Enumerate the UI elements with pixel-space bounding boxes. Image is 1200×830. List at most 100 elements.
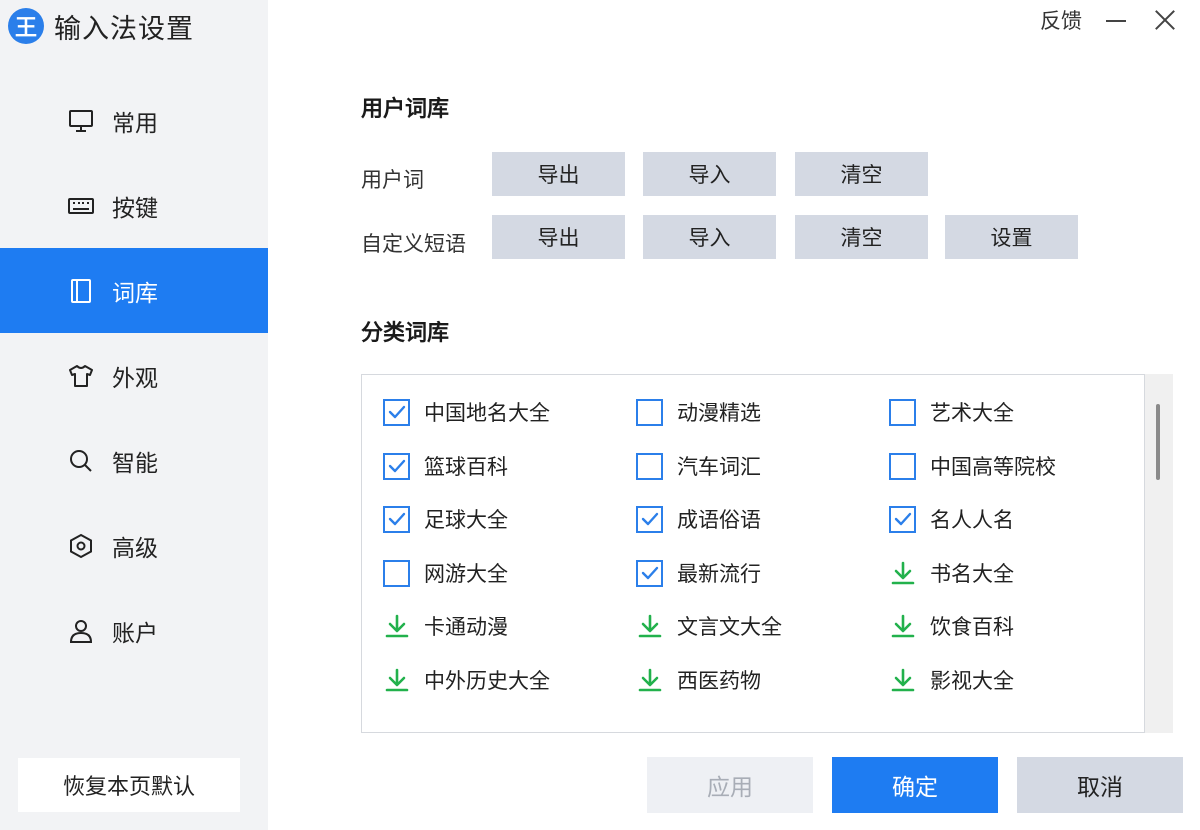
- checkbox-unchecked[interactable]: [889, 452, 916, 480]
- monitor-icon: [66, 106, 96, 136]
- custom-phrase-import-button[interactable]: 导入: [643, 215, 776, 259]
- sidebar-item-label: 按键: [112, 195, 158, 222]
- dict-item[interactable]: 西医药物: [636, 665, 761, 695]
- dict-item[interactable]: 饮食百科: [889, 611, 1014, 641]
- custom-phrase-settings-button[interactable]: 设置: [945, 215, 1078, 259]
- user-words-label: 用户词: [361, 168, 424, 192]
- ok-button[interactable]: 确定: [832, 757, 998, 813]
- book-icon: [66, 276, 96, 306]
- dict-item[interactable]: 动漫精选: [636, 397, 761, 427]
- dict-item-label: 饮食百科: [930, 615, 1014, 639]
- download-icon[interactable]: [636, 667, 663, 694]
- custom-phrase-export-button[interactable]: 导出: [492, 215, 625, 259]
- dict-item[interactable]: 书名大全: [889, 558, 1014, 588]
- scrollbar-thumb[interactable]: [1156, 404, 1160, 480]
- sidebar-item-label: 常用: [112, 110, 158, 137]
- checkbox-checked[interactable]: [889, 505, 916, 533]
- dict-item-label: 最新流行: [677, 562, 761, 586]
- dict-item-label: 西医药物: [677, 669, 761, 693]
- download-icon[interactable]: [889, 667, 916, 694]
- user-words-clear-button[interactable]: 清空: [795, 152, 928, 196]
- dict-item-label: 艺术大全: [930, 401, 1014, 425]
- user-words-import-button[interactable]: 导入: [643, 152, 776, 196]
- dict-item-label: 文言文大全: [677, 615, 782, 639]
- sidebar: 王 输入法设置 常用 按键 词库 外观 智能 高级 账户 恢复本页默认: [0, 0, 268, 830]
- scrollbar[interactable]: [1145, 374, 1173, 733]
- sidebar-item-common[interactable]: 常用: [0, 78, 268, 163]
- dict-item[interactable]: 艺术大全: [889, 397, 1014, 427]
- dict-item[interactable]: 中国地名大全: [383, 397, 550, 427]
- dict-item-label: 中国高等院校: [930, 455, 1056, 479]
- dict-item[interactable]: 名人人名: [889, 504, 1014, 534]
- download-icon[interactable]: [383, 613, 410, 640]
- dict-item[interactable]: 中国高等院校: [889, 451, 1056, 481]
- checkbox-unchecked[interactable]: [636, 452, 663, 480]
- hexagon-icon: [66, 531, 96, 561]
- dict-item-label: 成语俗语: [677, 508, 761, 532]
- sidebar-item-label: 智能: [112, 450, 158, 477]
- dict-item[interactable]: 成语俗语: [636, 504, 761, 534]
- dict-item[interactable]: 篮球百科: [383, 451, 508, 481]
- close-icon[interactable]: [1152, 7, 1178, 33]
- dict-item-label: 动漫精选: [677, 401, 761, 425]
- dict-item[interactable]: 网游大全: [383, 558, 508, 588]
- sidebar-item-keys[interactable]: 按键: [0, 163, 268, 248]
- download-icon[interactable]: [636, 613, 663, 640]
- sidebar-item-advanced[interactable]: 高级: [0, 503, 268, 588]
- dict-item-label: 卡通动漫: [424, 615, 508, 639]
- sidebar-nav: 常用 按键 词库 外观 智能 高级 账户: [0, 78, 268, 673]
- checkbox-unchecked[interactable]: [383, 559, 410, 587]
- dict-item-label: 足球大全: [424, 508, 508, 532]
- custom-phrase-label: 自定义短语: [361, 232, 466, 256]
- checkbox-checked[interactable]: [383, 505, 410, 533]
- user-dict-title: 用户词库: [361, 97, 450, 122]
- dict-item-label: 影视大全: [930, 669, 1014, 693]
- minimize-icon[interactable]: [1104, 7, 1130, 33]
- dict-item-label: 汽车词汇: [677, 455, 761, 479]
- dict-item-label: 书名大全: [930, 562, 1014, 586]
- sidebar-item-appearance[interactable]: 外观: [0, 333, 268, 418]
- app-title: 输入法设置: [54, 13, 194, 45]
- checkbox-unchecked[interactable]: [636, 398, 663, 426]
- user-icon: [66, 616, 96, 646]
- download-icon[interactable]: [383, 667, 410, 694]
- cancel-button[interactable]: 取消: [1017, 757, 1183, 813]
- app-header: 王 输入法设置: [8, 6, 194, 46]
- sidebar-item-label: 高级: [112, 535, 158, 562]
- sidebar-item-smart[interactable]: 智能: [0, 418, 268, 503]
- restore-defaults-button[interactable]: 恢复本页默认: [18, 758, 240, 812]
- checkbox-checked[interactable]: [636, 505, 663, 533]
- dict-item[interactable]: 最新流行: [636, 558, 761, 588]
- shirt-icon: [66, 361, 96, 391]
- feedback-link[interactable]: 反馈: [1040, 5, 1082, 35]
- custom-phrase-clear-button[interactable]: 清空: [795, 215, 928, 259]
- dict-item[interactable]: 汽车词汇: [636, 451, 761, 481]
- search-icon: [66, 446, 96, 476]
- user-words-export-button[interactable]: 导出: [492, 152, 625, 196]
- dict-item[interactable]: 文言文大全: [636, 611, 782, 641]
- dict-item[interactable]: 中外历史大全: [383, 665, 550, 695]
- sidebar-item-account[interactable]: 账户: [0, 588, 268, 673]
- checkbox-checked[interactable]: [383, 398, 410, 426]
- checkbox-checked[interactable]: [383, 452, 410, 480]
- checkbox-checked[interactable]: [636, 559, 663, 587]
- category-dict-title: 分类词库: [361, 321, 450, 346]
- app-logo-icon: 王: [8, 8, 44, 44]
- dict-item[interactable]: 足球大全: [383, 504, 508, 534]
- dict-item-label: 篮球百科: [424, 455, 508, 479]
- download-icon[interactable]: [889, 560, 916, 587]
- sidebar-item-label: 账户: [112, 620, 158, 647]
- dict-item-label: 名人人名: [930, 508, 1014, 532]
- window-controls: 反馈: [1040, 6, 1200, 34]
- sidebar-item-dictionary[interactable]: 词库: [0, 248, 268, 333]
- sidebar-item-label: 词库: [112, 280, 158, 307]
- sidebar-item-label: 外观: [112, 365, 158, 392]
- dict-item-label: 中外历史大全: [424, 669, 550, 693]
- dict-item[interactable]: 影视大全: [889, 665, 1014, 695]
- dict-item[interactable]: 卡通动漫: [383, 611, 508, 641]
- dict-item-label: 中国地名大全: [424, 401, 550, 425]
- apply-button[interactable]: 应用: [647, 757, 813, 813]
- checkbox-unchecked[interactable]: [889, 398, 916, 426]
- dict-item-label: 网游大全: [424, 562, 508, 586]
- download-icon[interactable]: [889, 613, 916, 640]
